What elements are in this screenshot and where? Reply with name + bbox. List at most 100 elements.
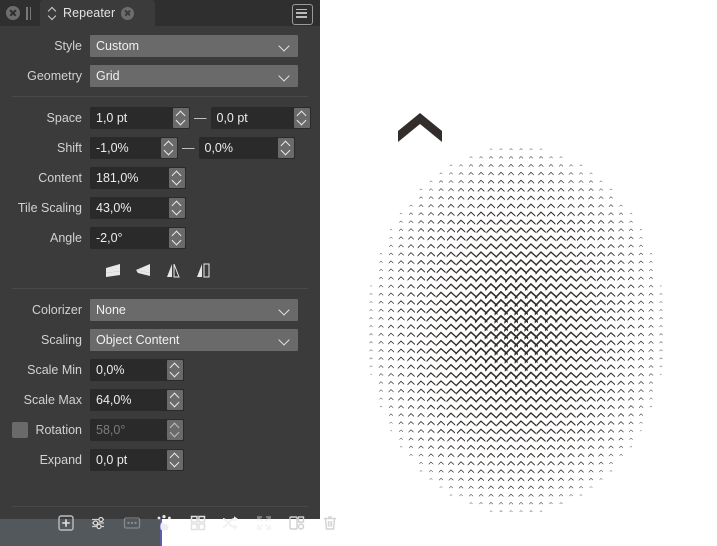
taper-vertical-icon xyxy=(163,262,183,279)
row-shift: Shift -1,0% — 0,0% xyxy=(0,136,320,160)
shift-x-value: -1,0% xyxy=(90,141,161,155)
expand-arrows-button[interactable] xyxy=(253,512,275,534)
panel-tabbar: Repeater xyxy=(0,0,320,26)
angle-value: -2,0° xyxy=(90,231,169,245)
touch-scatter-button[interactable] xyxy=(154,512,176,534)
geometry-value: Grid xyxy=(96,69,279,83)
repeater-field xyxy=(369,148,662,512)
spinner-icon[interactable] xyxy=(278,138,294,158)
tab-label: Repeater xyxy=(63,6,115,20)
add-button[interactable] xyxy=(55,512,77,534)
label-style: Style xyxy=(0,39,90,53)
skew-right-icon xyxy=(133,262,153,279)
up-down-chevron-icon[interactable] xyxy=(48,7,57,20)
space-y-value: 0,0 pt xyxy=(211,111,294,125)
expand-arrows-icon xyxy=(255,514,273,532)
rotation-input[interactable]: 58,0° xyxy=(90,419,184,441)
space-y-input[interactable]: 0,0 pt xyxy=(211,107,311,129)
touch-scatter-icon xyxy=(156,514,174,532)
source-chevron xyxy=(398,113,442,142)
colorizer-value: None xyxy=(96,303,279,317)
colorizer-combobox[interactable]: None xyxy=(90,299,298,321)
rotation-checkbox[interactable] xyxy=(12,422,28,438)
divider xyxy=(12,96,308,97)
skew-left-button[interactable] xyxy=(98,258,128,282)
panel-body: Style Custom Geometry Grid Space 1, xyxy=(0,26,320,519)
shuffle-button[interactable] xyxy=(220,512,242,534)
close-circle-icon[interactable] xyxy=(6,6,20,20)
label-shift: Shift xyxy=(0,141,90,155)
spinner-icon[interactable] xyxy=(173,108,189,128)
sliders-button[interactable] xyxy=(88,512,110,534)
spinner-icon[interactable] xyxy=(169,228,185,248)
divider xyxy=(12,288,308,289)
tab-close-icon[interactable] xyxy=(121,7,134,20)
chevron-down-icon xyxy=(279,71,290,82)
row-content: Content 181,0% xyxy=(0,166,320,190)
space-x-input[interactable]: 1,0 pt xyxy=(90,107,190,129)
tile-scaling-value: 43,0% xyxy=(90,201,169,215)
content-value: 181,0% xyxy=(90,171,169,185)
scale-min-value: 0,0% xyxy=(90,363,167,377)
scaling-combobox[interactable]: Object Content xyxy=(90,329,298,351)
skew-right-button[interactable] xyxy=(128,258,158,282)
sliders-icon xyxy=(90,514,108,532)
spinner-icon[interactable] xyxy=(167,360,183,380)
taper-vertical-flip-button[interactable] xyxy=(188,258,218,282)
tile-scaling-input[interactable]: 43,0% xyxy=(90,197,186,219)
divider xyxy=(12,506,308,507)
label-angle: Angle xyxy=(0,231,90,245)
space-x-value: 1,0 pt xyxy=(90,111,173,125)
shift-separator: — xyxy=(178,141,199,155)
row-angle: Angle -2,0° xyxy=(0,226,320,250)
skew-left-icon xyxy=(103,262,123,279)
taper-vertical-button[interactable] xyxy=(158,258,188,282)
grid-button[interactable] xyxy=(187,512,209,534)
tab-repeater[interactable]: Repeater xyxy=(40,0,155,26)
scale-max-input[interactable]: 64,0% xyxy=(90,389,184,411)
range-box-button[interactable] xyxy=(121,512,143,534)
scaling-value: Object Content xyxy=(96,333,279,347)
shapes-button[interactable] xyxy=(286,512,308,534)
spinner-icon[interactable] xyxy=(167,450,183,470)
row-expand: Expand 0,0 pt xyxy=(0,448,320,472)
repeater-panel: Repeater Style Custom Geometry Gr xyxy=(0,0,320,519)
spinner-icon[interactable] xyxy=(169,198,185,218)
shift-x-input[interactable]: -1,0% xyxy=(90,137,178,159)
add-icon xyxy=(57,514,75,532)
style-combobox[interactable]: Custom xyxy=(90,35,298,57)
label-expand: Expand xyxy=(0,453,90,467)
row-tile-scaling: Tile Scaling 43,0% xyxy=(0,196,320,220)
shift-y-input[interactable]: 0,0% xyxy=(199,137,295,159)
geometry-combobox[interactable]: Grid xyxy=(90,65,298,87)
style-value: Custom xyxy=(96,39,279,53)
spinner-icon[interactable] xyxy=(167,420,183,440)
trash-button[interactable] xyxy=(319,512,341,534)
row-scale-min: Scale Min 0,0% xyxy=(0,358,320,382)
row-colorizer: Colorizer None xyxy=(0,298,320,322)
row-style: Style Custom xyxy=(0,34,320,58)
row-scaling: Scaling Object Content xyxy=(0,328,320,352)
row-geometry: Geometry Grid xyxy=(0,64,320,88)
scale-min-input[interactable]: 0,0% xyxy=(90,359,184,381)
shuffle-icon xyxy=(221,514,241,532)
spinner-icon[interactable] xyxy=(161,138,177,158)
grid-icon xyxy=(189,514,207,532)
expand-input[interactable]: 0,0 pt xyxy=(90,449,184,471)
label-scale-min: Scale Min xyxy=(0,363,90,377)
spinner-icon[interactable] xyxy=(167,390,183,410)
range-box-icon xyxy=(123,514,141,532)
hamburger-menu-icon[interactable] xyxy=(292,4,313,25)
spinner-icon[interactable] xyxy=(169,168,185,188)
row-scale-max: Scale Max 64,0% xyxy=(0,388,320,412)
rotation-value: 58,0° xyxy=(90,423,167,437)
scale-max-value: 64,0% xyxy=(90,393,167,407)
content-input[interactable]: 181,0% xyxy=(90,167,186,189)
row-space: Space 1,0 pt — 0,0 pt xyxy=(0,106,320,130)
drag-grip-icon[interactable] xyxy=(25,7,32,20)
spinner-icon[interactable] xyxy=(294,108,310,128)
angle-input[interactable]: -2,0° xyxy=(90,227,186,249)
shapes-icon xyxy=(288,514,306,532)
chevron-down-icon xyxy=(279,335,290,346)
row-rotation: Rotation 58,0° xyxy=(0,418,320,442)
